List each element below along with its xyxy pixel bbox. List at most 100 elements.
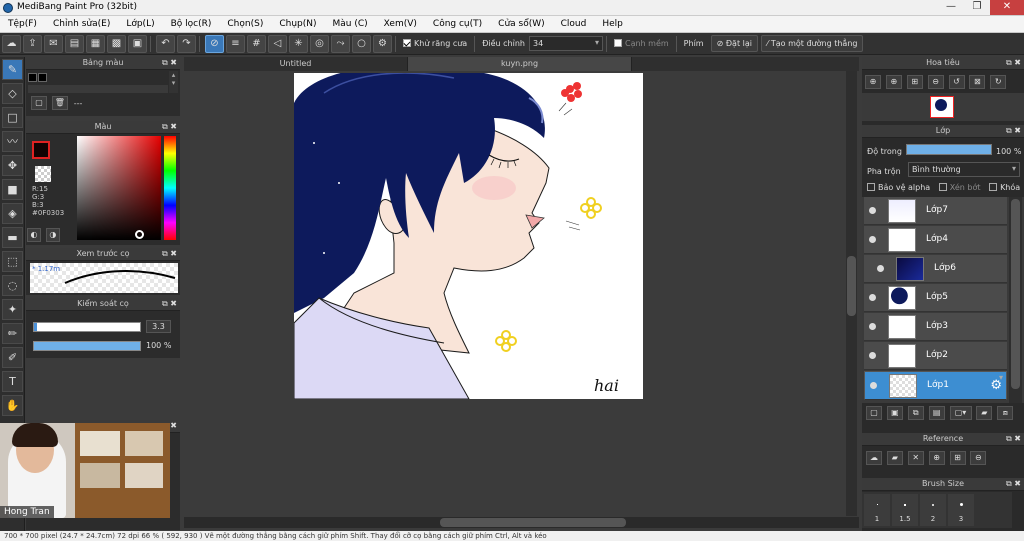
foreground-color-swatch[interactable] (32, 141, 50, 159)
grid-icon[interactable]: ▩ (107, 34, 126, 53)
brush-opacity-slider[interactable] (33, 341, 141, 351)
close-reference-icon[interactable]: ✕ (907, 451, 924, 465)
menu-edit[interactable]: Chỉnh sửa(E) (45, 16, 118, 32)
eyedropper-icon[interactable]: ◐ (27, 228, 41, 242)
scroll-thumb[interactable] (440, 518, 626, 527)
brush-size-slider[interactable] (33, 322, 141, 332)
zoom-out-icon[interactable]: ⊖ (927, 75, 944, 89)
rotate-left-icon[interactable]: ↺ (948, 75, 965, 89)
gear-icon[interactable]: ⚙ (990, 378, 1002, 393)
duplicate-layer-icon[interactable]: ⧉ (907, 406, 924, 420)
magic-wand-icon[interactable]: ✦ (2, 299, 23, 320)
layer-opacity-slider[interactable] (906, 144, 992, 155)
menu-window[interactable]: Cửa sổ(W) (490, 16, 552, 32)
select-tool-icon[interactable]: ⬚ (2, 251, 23, 272)
add-layer-menu-icon[interactable]: ▢▾ (949, 406, 972, 420)
saturation-value-picker[interactable] (77, 136, 161, 240)
palette-scroll[interactable]: ▴ ▾ (169, 71, 178, 93)
upload-icon[interactable]: ⇪ (23, 34, 42, 53)
menu-tools[interactable]: Công cụ(T) (425, 16, 490, 32)
menu-filter[interactable]: Bộ lọc(R) (163, 16, 220, 32)
navigator-viewport[interactable] (930, 96, 954, 118)
new-palette-icon[interactable]: ▢ (31, 96, 47, 110)
chat-icon[interactable]: ✉ (44, 34, 63, 53)
blur-tool-icon[interactable]: 〰 (2, 131, 23, 152)
fit-icon[interactable]: ⊞ (906, 75, 923, 89)
curve-snap-icon[interactable]: ⤳ (331, 34, 350, 53)
lock-checkbox[interactable]: Khóa (989, 183, 1020, 192)
panel-close-icon[interactable]: ⧉ ✖ (162, 248, 177, 260)
panel-close-icon[interactable]: ⧉ ✖ (1006, 57, 1021, 69)
brush-size-option[interactable]: 1.5 (892, 494, 918, 526)
brush-size-option[interactable]: 3 (948, 494, 974, 526)
menu-snap[interactable]: Chụp(N) (271, 16, 324, 32)
settings-snap-icon[interactable]: ⚙ (373, 34, 392, 53)
parallel-snap-icon[interactable]: ≡ (226, 34, 245, 53)
scroll-thumb[interactable] (1011, 199, 1020, 389)
eye-icon[interactable] (869, 294, 876, 301)
menu-cloud[interactable]: Cloud (553, 16, 595, 32)
palette-swatch-black[interactable] (28, 73, 37, 82)
palette-swatch-black[interactable] (38, 73, 47, 82)
cloud-download-icon[interactable]: ☁ (866, 451, 882, 465)
swap-color-icon[interactable]: ◑ (45, 228, 60, 242)
menu-color[interactable]: Màu (C) (325, 16, 376, 32)
transparent-swatch[interactable] (35, 166, 51, 182)
ellipse-snap-icon[interactable]: ○ (352, 34, 371, 53)
canvas-horizontal-scrollbar[interactable] (184, 517, 859, 528)
zoom-in-icon[interactable]: ⊕ (865, 75, 881, 89)
reset-view-icon[interactable]: ⊠ (969, 75, 986, 89)
text-tool-icon[interactable]: T (2, 371, 23, 392)
select-pen-icon[interactable]: ✏ (2, 323, 23, 344)
zoom-in-icon[interactable]: ⊕ (885, 75, 902, 89)
brush-size-option[interactable]: 1 (864, 494, 890, 526)
panel-close-icon[interactable]: ⧉ ✖ (1006, 433, 1021, 445)
panel-close-icon[interactable]: ⧉ ✖ (162, 57, 177, 69)
panel-close-icon[interactable]: ⧉ ✖ (1006, 125, 1021, 137)
eraser-tool-icon[interactable]: ◇ (2, 83, 23, 104)
dot-tool-icon[interactable]: □ (2, 107, 23, 128)
layer-row[interactable]: Lớp6 (864, 255, 1007, 283)
eye-icon[interactable] (869, 323, 876, 330)
drawing-canvas[interactable]: hai (294, 73, 643, 399)
tab-kuyn[interactable]: kuyn.png (408, 57, 632, 71)
open-folder-icon[interactable]: ▰ (886, 451, 903, 465)
close-button[interactable]: ✕ (990, 0, 1024, 15)
menu-file[interactable]: Tệp(F) (0, 16, 45, 32)
eye-icon[interactable] (869, 352, 876, 359)
tab-untitled[interactable]: Untitled (184, 57, 408, 71)
radial-snap-icon[interactable]: ✳ (289, 34, 308, 53)
gradient-tool-icon[interactable]: ▬ (2, 227, 23, 248)
zoom-in-icon[interactable]: ⊕ (928, 451, 945, 465)
layer-scrollbar[interactable] (1009, 197, 1022, 403)
brush-size-value[interactable]: 3.3 (146, 320, 171, 333)
delete-layer-icon[interactable]: ▤ (928, 406, 945, 420)
rotate-right-icon[interactable]: ↻ (990, 75, 1007, 89)
panel-close-icon[interactable]: ⧉ ✖ (1006, 478, 1021, 490)
picker-handle[interactable] (135, 230, 144, 239)
tiles-icon[interactable]: ▣ (128, 34, 147, 53)
navigator-preview[interactable] (862, 93, 1024, 121)
antialias-checkbox[interactable]: Khử răng cưa (403, 39, 467, 48)
clipping-checkbox[interactable]: Xén bớt (938, 183, 981, 192)
layer-row[interactable]: Lớp4 (864, 226, 1007, 254)
document-icon[interactable]: ▤ (65, 34, 84, 53)
minimize-button[interactable]: — (938, 0, 964, 15)
hue-slider[interactable] (164, 136, 176, 240)
fit-icon[interactable]: ⊞ (949, 451, 966, 465)
layer-row-selected[interactable]: Lớp1 ⚙ (864, 371, 1007, 400)
eye-icon[interactable] (870, 382, 877, 389)
merge-layer-icon[interactable]: ⧈ (997, 406, 1014, 420)
reset-button[interactable]: ⊘ Đặt lại (710, 35, 758, 52)
snap-off-icon[interactable]: ⊘ (205, 34, 224, 53)
layer-row[interactable]: Lớp5 (864, 284, 1007, 312)
adjust-select[interactable]: 34 (528, 36, 603, 51)
panel-close-icon[interactable]: ✖ (170, 420, 177, 432)
cloud-icon[interactable]: ☁ (2, 34, 21, 53)
maximize-button[interactable]: ❐ (964, 0, 990, 15)
menu-view[interactable]: Xem(V) (376, 16, 425, 32)
lasso-tool-icon[interactable]: ◌ (2, 275, 23, 296)
protect-alpha-checkbox[interactable]: Bảo vệ alpha (867, 183, 930, 192)
eye-icon[interactable] (869, 236, 876, 243)
canvas-vertical-scrollbar[interactable] (846, 71, 857, 516)
